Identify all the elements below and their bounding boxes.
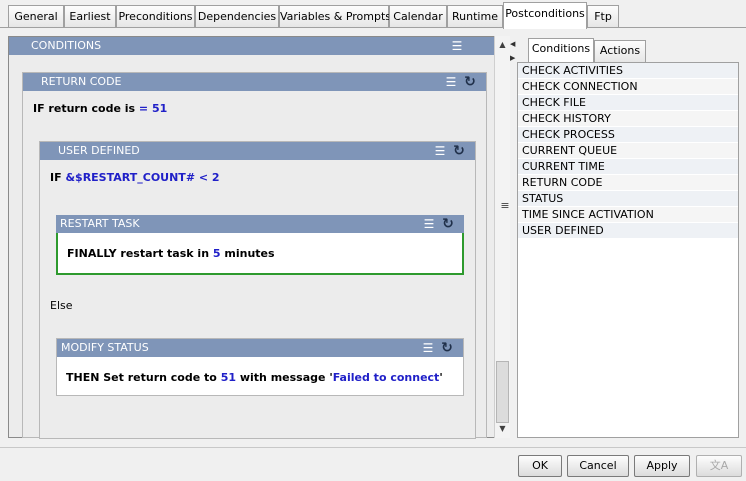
list-icon[interactable]: ☰: [432, 143, 448, 159]
refresh-icon[interactable]: ↻: [440, 216, 456, 232]
user-defined-prefix: IF: [50, 171, 62, 184]
return-code-title: RETURN CODE: [41, 75, 122, 88]
tab-calendar[interactable]: Calendar: [389, 5, 447, 27]
tab-preconditions[interactable]: Preconditions: [116, 5, 195, 27]
condition-list-item[interactable]: RETURN CODE: [518, 175, 738, 191]
return-code-value: 51: [151, 102, 168, 115]
user-defined-title: USER DEFINED: [58, 144, 140, 157]
cancel-button[interactable]: Cancel: [567, 455, 629, 477]
restart-task-block[interactable]: RESTART TASK ☰ ↻ FINALLY restart task in…: [56, 215, 464, 275]
conditions-header: CONDITIONS ☰: [9, 37, 495, 55]
return-code-prefix: IF return code is: [33, 102, 136, 115]
condition-list-item[interactable]: TIME SINCE ACTIVATION: [518, 207, 738, 223]
tab-actions[interactable]: Actions: [594, 40, 646, 62]
collapse-left-icon[interactable]: ◀: [510, 40, 515, 48]
refresh-icon[interactable]: ↻: [451, 143, 467, 159]
return-code-condition[interactable]: IF return code is = 51: [33, 102, 167, 115]
expand-right-icon[interactable]: ▶: [510, 54, 515, 62]
tab-runtime[interactable]: Runtime: [447, 5, 503, 27]
tab-earliest[interactable]: Earliest: [64, 5, 116, 27]
list-icon[interactable]: ☰: [420, 340, 436, 356]
conditions-title: CONDITIONS: [31, 39, 102, 52]
ok-button[interactable]: OK: [518, 455, 562, 477]
canvas-scrollbar[interactable]: ▲ ▼: [494, 36, 510, 438]
condition-list-item[interactable]: CHECK CONNECTION: [518, 79, 738, 95]
else-label: Else: [50, 299, 73, 312]
condition-list-item[interactable]: USER DEFINED: [518, 223, 738, 239]
list-icon[interactable]: ☰: [443, 74, 459, 90]
tab-conditions[interactable]: Conditions: [528, 38, 594, 62]
apply-button[interactable]: Apply: [634, 455, 690, 477]
tab-variables-prompts[interactable]: Variables & Prompts: [279, 5, 391, 27]
tab-ftp[interactable]: Ftp: [587, 5, 619, 27]
refresh-icon[interactable]: ↻: [462, 74, 478, 90]
return-code-block: RETURN CODE ☰ ↻ IF return code is = 51 U…: [22, 72, 487, 439]
condition-list-item[interactable]: CHECK HISTORY: [518, 111, 738, 127]
list-icon[interactable]: ☰: [421, 216, 437, 232]
modify-text-after: ': [439, 371, 443, 384]
scroll-thumb[interactable]: [496, 361, 509, 423]
translate-icon: 文A: [709, 459, 729, 472]
condition-type-list: CHECK ACTIVITIES CHECK CONNECTION CHECK FI…: [517, 62, 739, 438]
tab-postconditions[interactable]: Postconditions: [503, 2, 587, 29]
tab-dependencies[interactable]: Dependencies: [195, 5, 279, 27]
user-defined-header: USER DEFINED ☰ ↻: [40, 142, 475, 160]
user-defined-block: USER DEFINED ☰ ↻ IF &$RESTART_COUNT# < 2…: [39, 141, 476, 439]
condition-list-item[interactable]: CHECK FILE: [518, 95, 738, 111]
scroll-up-arrow-icon[interactable]: ▲: [495, 38, 510, 52]
condition-list-item[interactable]: CHECK ACTIVITIES: [518, 63, 738, 79]
restart-task-header: RESTART TASK ☰ ↻: [56, 215, 464, 233]
tab-general[interactable]: General: [8, 5, 64, 27]
scroll-down-arrow-icon[interactable]: ▼: [495, 422, 510, 436]
user-defined-expression: &$RESTART_COUNT# < 2: [65, 171, 220, 184]
modify-status-header: MODIFY STATUS ☰ ↻: [57, 339, 463, 357]
restart-text-after: minutes: [224, 247, 275, 260]
modify-status-block[interactable]: MODIFY STATUS ☰ ↻ THEN Set return code t…: [56, 338, 464, 396]
modify-message-value: Failed to connect: [332, 371, 440, 384]
restart-minutes-value: 5: [212, 247, 221, 260]
modify-text-before: THEN Set return code to: [66, 371, 217, 384]
modify-status-text: THEN Set return code to 51 with message …: [66, 371, 443, 384]
modify-text-middle: with message ': [239, 371, 333, 384]
modify-code-value: 51: [220, 371, 237, 384]
modify-status-title: MODIFY STATUS: [61, 341, 149, 354]
condition-list-item[interactable]: STATUS: [518, 191, 738, 207]
restart-task-title: RESTART TASK: [60, 217, 140, 230]
condition-list-item[interactable]: CHECK PROCESS: [518, 127, 738, 143]
condition-list-item[interactable]: CURRENT QUEUE: [518, 143, 738, 159]
refresh-icon[interactable]: ↻: [439, 340, 455, 356]
condition-list-item[interactable]: CURRENT TIME: [518, 159, 738, 175]
tab-bar: General Earliest Preconditions Dependenc…: [0, 0, 746, 29]
translate-button[interactable]: 文A: [696, 455, 742, 477]
return-code-header: RETURN CODE ☰ ↻: [23, 73, 486, 91]
restart-text-before: FINALLY restart task in: [67, 247, 210, 260]
restart-task-text: FINALLY restart task in 5 minutes: [67, 247, 275, 260]
user-defined-condition[interactable]: IF &$RESTART_COUNT# < 2: [50, 171, 220, 184]
return-code-operator: =: [138, 102, 149, 115]
list-icon[interactable]: ☰: [449, 38, 465, 54]
conditions-canvas: CONDITIONS ☰ RETURN CODE ☰ ↻ IF return c…: [8, 36, 510, 439]
splitter-grip-icon[interactable]: ≡: [498, 199, 512, 212]
